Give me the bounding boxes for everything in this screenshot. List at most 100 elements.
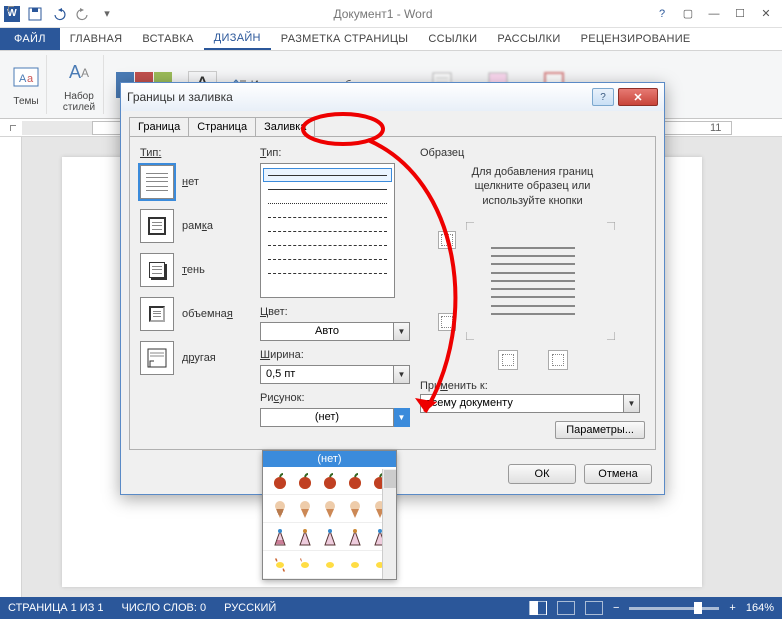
- setting-box-label: рамка: [182, 220, 213, 232]
- width-label: Ширина:: [260, 349, 410, 361]
- art-option-apples[interactable]: [263, 467, 396, 495]
- art-option-cones[interactable]: [263, 495, 396, 523]
- view-read-icon[interactable]: [529, 601, 547, 615]
- setting-box[interactable]: рамка: [140, 209, 250, 243]
- setting-shadow-label: тень: [182, 264, 205, 276]
- ribbon-display-icon[interactable]: ▢: [676, 4, 700, 24]
- apply-label: Применить к:: [420, 380, 645, 392]
- tab-border[interactable]: Граница: [129, 117, 189, 136]
- edge-bottom-button[interactable]: [438, 313, 456, 331]
- window-controls: ? ▢ — ☐ ✕: [650, 4, 778, 24]
- tab-border-label: Граница: [138, 121, 180, 133]
- minimize-icon[interactable]: —: [702, 4, 726, 24]
- quick-access-toolbar: ▾: [26, 5, 116, 23]
- redo-icon[interactable]: [74, 5, 92, 23]
- setting-custom[interactable]: другая: [140, 341, 250, 375]
- width-select[interactable]: 0,5 пт ▼: [260, 365, 410, 384]
- chevron-down-icon: ▼: [394, 408, 410, 427]
- ruler-tick: 11: [710, 122, 721, 134]
- setting-custom-label: другая: [182, 352, 216, 364]
- dialog-title: Границы и заливка: [127, 90, 592, 104]
- statusbar: СТРАНИЦА 1 ИЗ 1 ЧИСЛО СЛОВ: 0 РУССКИЙ − …: [0, 597, 782, 619]
- chevron-down-icon: ▼: [394, 322, 410, 341]
- tab-fill-label: Заливка: [264, 121, 306, 133]
- tab-design[interactable]: ДИЗАЙН: [204, 28, 271, 50]
- tab-review[interactable]: РЕЦЕНЗИРОВАНИЕ: [571, 28, 701, 50]
- themes-label: Темы: [13, 96, 38, 107]
- edge-top-button[interactable]: [438, 231, 456, 249]
- tab-mailings[interactable]: РАССЫЛКИ: [487, 28, 570, 50]
- preview-hint: Для добавления границ щелкните образец и…: [420, 165, 645, 208]
- dialog-close-icon[interactable]: ✕: [618, 88, 658, 106]
- help-icon[interactable]: ?: [650, 4, 674, 24]
- art-option-party[interactable]: [263, 523, 396, 551]
- undo-icon[interactable]: [50, 5, 68, 23]
- tab-home[interactable]: ГЛАВНАЯ: [60, 28, 133, 50]
- art-option-candy[interactable]: [263, 551, 396, 579]
- page-indicator[interactable]: СТРАНИЦА 1 ИЗ 1: [8, 602, 104, 614]
- setting-label: Тип:: [140, 147, 250, 159]
- edge-left-button[interactable]: [498, 350, 518, 370]
- edge-right-button[interactable]: [548, 350, 568, 370]
- zoom-slider[interactable]: [629, 607, 719, 610]
- ribbon-tabs: ФАЙЛ ГЛАВНАЯ ВСТАВКА ДИЗАЙН РАЗМЕТКА СТР…: [0, 28, 782, 51]
- options-button[interactable]: Параметры...: [555, 421, 645, 439]
- art-option-none[interactable]: (нет): [263, 451, 396, 467]
- line-style-list[interactable]: [260, 163, 395, 298]
- tab-file[interactable]: ФАЙЛ: [0, 28, 60, 50]
- tab-fill[interactable]: Заливка: [255, 117, 315, 136]
- corner-tl-icon: [466, 222, 474, 230]
- setting-none-label: нет: [182, 176, 199, 188]
- view-print-icon[interactable]: [557, 601, 575, 615]
- apply-select[interactable]: всему документу ▼: [420, 394, 640, 413]
- zoom-in-icon[interactable]: +: [729, 602, 735, 614]
- tab-references[interactable]: ССЫЛКИ: [418, 28, 487, 50]
- style-set-group[interactable]: AA Набор стилей: [55, 55, 104, 114]
- tab-layout[interactable]: РАЗМЕТКА СТРАНИЦЫ: [271, 28, 419, 50]
- apply-value: всему документу: [420, 394, 624, 413]
- setting-none[interactable]: нет: [140, 165, 250, 199]
- zoom-out-icon[interactable]: −: [613, 602, 619, 614]
- ruler-vertical[interactable]: [0, 137, 22, 597]
- preview-page: [483, 236, 583, 326]
- save-icon[interactable]: [26, 5, 44, 23]
- themes-group[interactable]: Aa Темы: [6, 55, 47, 114]
- chevron-down-icon: ▼: [624, 394, 640, 413]
- setting-3d-label: объемная: [182, 308, 233, 320]
- corner-tr-icon: [607, 222, 615, 230]
- setting-shadow-icon: [140, 253, 174, 287]
- view-web-icon[interactable]: [585, 601, 603, 615]
- language-indicator[interactable]: РУССКИЙ: [224, 602, 276, 614]
- close-icon[interactable]: ✕: [754, 4, 778, 24]
- color-select[interactable]: Авто ▼: [260, 322, 410, 341]
- tab-insert[interactable]: ВСТАВКА: [132, 28, 203, 50]
- ok-button[interactable]: ОК: [508, 464, 576, 484]
- art-dropdown-list[interactable]: (нет): [262, 450, 397, 580]
- dialog-help-icon[interactable]: ?: [592, 88, 614, 106]
- setting-3d-icon: [140, 297, 174, 331]
- preview-box[interactable]: [420, 216, 645, 346]
- maximize-icon[interactable]: ☐: [728, 4, 752, 24]
- cancel-button[interactable]: Отмена: [584, 464, 652, 484]
- preview-hint-3: используйте кнопки: [482, 195, 582, 207]
- borders-dialog: Границы и заливка ? ✕ Граница Страница З…: [120, 82, 665, 495]
- setting-shadow[interactable]: тень: [140, 253, 250, 287]
- word-count[interactable]: ЧИСЛО СЛОВ: 0: [122, 602, 207, 614]
- tab-page[interactable]: Страница: [188, 117, 256, 136]
- art-select[interactable]: (нет) ▼: [260, 408, 410, 427]
- apply-row: Применить к: всему документу ▼ Параметры…: [420, 380, 645, 413]
- corner-bl-icon: [466, 332, 474, 340]
- titlebar: W ▾ Документ1 - Word ? ▢ — ☐ ✕: [0, 0, 782, 28]
- dialog-panel: Тип: нет рамка тень объемная другая: [129, 136, 656, 450]
- dialog-titlebar[interactable]: Границы и заливка ? ✕: [121, 83, 664, 111]
- style-set-label: Набор стилей: [59, 91, 99, 113]
- zoom-level[interactable]: 164%: [746, 602, 774, 614]
- art-value: (нет): [260, 408, 394, 427]
- preview-hint-2: щелкните образец или: [475, 180, 591, 192]
- qat-customize-icon[interactable]: ▾: [98, 5, 116, 23]
- edge-buttons-row: [420, 350, 645, 370]
- svg-text:A: A: [19, 73, 27, 85]
- setting-3d[interactable]: объемная: [140, 297, 250, 331]
- color-value: Авто: [260, 322, 394, 341]
- scrollbar[interactable]: [382, 469, 396, 579]
